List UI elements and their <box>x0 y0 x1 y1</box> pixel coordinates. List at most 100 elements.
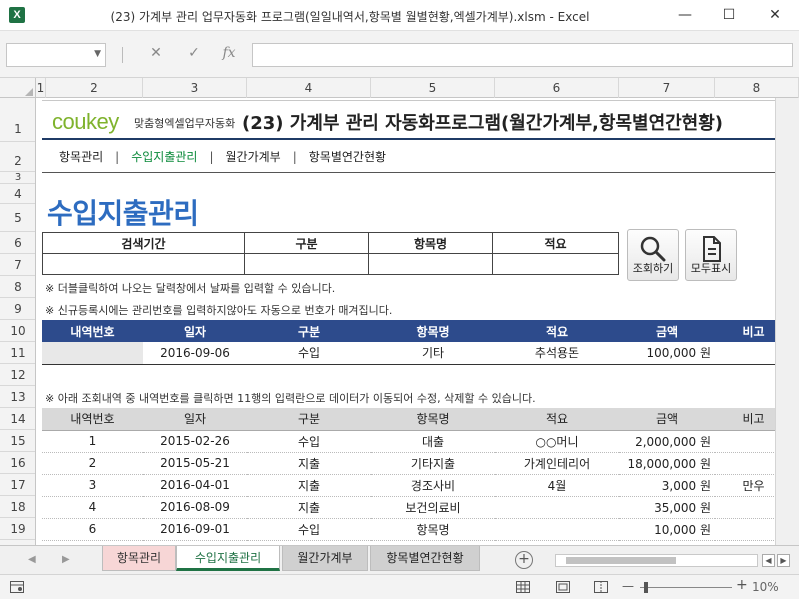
row-header-cell[interactable]: 7 <box>0 254 35 276</box>
sheet-tab-monthly-ledger[interactable]: 월간가계부 <box>282 546 368 571</box>
entry-note-input[interactable] <box>715 342 775 365</box>
entry-header-cell: 일자 <box>143 320 247 342</box>
column-header-cell[interactable]: 1 <box>36 78 46 98</box>
close-button[interactable]: ✕ <box>758 4 792 26</box>
maximize-button[interactable]: ☐ <box>712 4 746 26</box>
nav-separator: | <box>209 150 214 164</box>
column-header-cell[interactable]: 7 <box>619 78 715 98</box>
row-header-cell[interactable]: 10 <box>0 320 35 342</box>
sheet-tab-annual-status[interactable]: 항목별연간현황 <box>370 546 480 571</box>
entry-id-input[interactable] <box>42 342 143 365</box>
row-header-cell[interactable]: 1 <box>0 98 35 142</box>
page-layout-icon[interactable] <box>556 581 570 593</box>
row-header-cell[interactable]: 2 <box>0 142 35 172</box>
entry-header-cell: 비고 <box>715 320 775 342</box>
search-memo-input[interactable] <box>492 253 619 275</box>
cancel-icon[interactable]: ✕ <box>146 45 166 61</box>
column-header-cell[interactable]: 2 <box>46 78 143 98</box>
scrollbar-thumb[interactable] <box>566 557 676 564</box>
name-box[interactable]: ▼ <box>6 43 106 67</box>
nav-item-monthly-ledger[interactable]: 월간가계부 <box>226 148 281 165</box>
zoom-slider-thumb[interactable] <box>644 582 648 593</box>
entry-date-input[interactable]: 2016-09-06 <box>143 342 247 365</box>
table-cell: 기타지출 <box>371 452 495 475</box>
row-header-cell[interactable]: 11 <box>0 342 35 364</box>
row-header-cell[interactable]: 13 <box>0 386 35 408</box>
row-header-cell[interactable]: 6 <box>0 232 35 254</box>
column-header-cell[interactable]: 8 <box>715 78 799 98</box>
entry-item-input[interactable]: 기타 <box>371 342 495 365</box>
minimize-button[interactable]: — <box>668 4 702 26</box>
row-header-cell[interactable]: 3 <box>0 172 35 184</box>
record-id-link[interactable]: 3 <box>42 474 143 497</box>
row-header-cell[interactable]: 18 <box>0 496 35 518</box>
column-header-cell[interactable]: 4 <box>247 78 371 98</box>
row-header-cell[interactable]: 8 <box>0 276 35 298</box>
table-row[interactable]: 4 2016-08-09 지출 보건의료비 35,000 원 <box>42 496 775 519</box>
row-header-cell[interactable]: 16 <box>0 452 35 474</box>
nav-item-categories[interactable]: 항목관리 <box>59 148 103 165</box>
scroll-left-icon[interactable]: ◀ <box>762 554 775 567</box>
note-calendar: ※ 더블클릭하여 나오는 달력창에서 날짜를 입력할 수 있습니다. <box>45 282 336 295</box>
history-table: 내역번호 일자 구분 항목명 적요 금액 비고 1 2015-02-26 수입 … <box>42 408 775 541</box>
zoom-level[interactable]: 10% <box>752 580 779 594</box>
row-header-cell[interactable]: 19 <box>0 518 35 540</box>
scroll-right-icon[interactable]: ▶ <box>777 554 790 567</box>
function-icon[interactable]: fx <box>219 45 239 61</box>
zoom-out-icon[interactable]: — <box>622 579 634 593</box>
select-all-corner[interactable] <box>0 78 36 98</box>
macro-record-icon[interactable] <box>10 581 24 593</box>
worksheet[interactable]: coukey 맞춤형엑셀업무자동화 (23) 가계부 관리 자동화프로그램(월간… <box>37 98 775 545</box>
vertical-scrollbar[interactable] <box>775 98 799 545</box>
enter-icon[interactable]: ✓ <box>184 45 204 61</box>
normal-view-icon[interactable] <box>516 581 530 593</box>
chevron-down-icon[interactable]: ▼ <box>94 49 101 59</box>
table-row[interactable]: 2 2015-05-21 지출 기타지출 가계인테리어 18,000,000 원 <box>42 452 775 475</box>
entry-amount-input[interactable]: 100,000 원 <box>619 342 715 365</box>
column-header-cell[interactable]: 3 <box>143 78 247 98</box>
row-header-cell[interactable]: 14 <box>0 408 35 430</box>
table-row[interactable]: 1 2015-02-26 수입 대출 ○○머니 2,000,000 원 <box>42 430 775 453</box>
zoom-in-icon[interactable]: + <box>736 577 748 593</box>
row-header-cell[interactable]: 15 <box>0 430 35 452</box>
history-header-cell: 일자 <box>143 408 247 431</box>
record-id-link[interactable]: 2 <box>42 452 143 475</box>
logo-text: cou <box>52 109 86 134</box>
page-break-icon[interactable] <box>594 581 608 593</box>
table-cell: 지출 <box>247 496 371 519</box>
table-row[interactable]: 6 2016-09-01 수입 항목명 10,000 원 <box>42 518 775 541</box>
record-id-link[interactable]: 6 <box>42 518 143 541</box>
entry-memo-input[interactable]: 추석용돈 <box>495 342 619 365</box>
record-id-link[interactable]: 1 <box>42 430 143 453</box>
formula-input[interactable] <box>252 43 793 67</box>
record-id-link[interactable]: 4 <box>42 496 143 519</box>
zoom-slider[interactable] <box>640 587 732 588</box>
row-header-cell[interactable]: 4 <box>0 184 35 204</box>
tab-next-icon[interactable]: ▶ <box>62 554 70 565</box>
tab-prev-icon[interactable]: ◀ <box>28 554 36 565</box>
table-row[interactable]: 3 2016-04-01 지출 경조사비 4월 3,000 원 만우 <box>42 474 775 497</box>
sheet-tab-income-expense[interactable]: 수입지출관리 <box>176 546 280 571</box>
row-header-cell[interactable]: 5 <box>0 204 35 232</box>
search-item-input[interactable] <box>368 253 493 275</box>
show-all-button[interactable]: 모두표시 <box>685 229 737 281</box>
search-button[interactable]: 조회하기 <box>627 229 679 281</box>
table-cell: 지출 <box>247 452 371 475</box>
entry-input-row[interactable]: 2016-09-06 수입 기타 추석용돈 100,000 원 <box>42 342 775 365</box>
table-cell: 18,000,000 원 <box>619 452 715 475</box>
column-header-cell[interactable]: 5 <box>371 78 495 98</box>
add-sheet-icon[interactable]: + <box>515 551 533 569</box>
sheet-tab-bar: ◀ ▶ 항목관리 수입지출관리 월간가계부 항목별연간현황 + ◀ ▶ <box>0 545 799 574</box>
column-header-cell[interactable]: 6 <box>495 78 619 98</box>
search-type-input[interactable] <box>244 253 369 275</box>
row-header-cell[interactable]: 12 <box>0 364 35 386</box>
search-header-type: 구분 <box>244 232 369 254</box>
search-period-input[interactable] <box>42 253 245 275</box>
nav-item-income-expense[interactable]: 수입지출관리 <box>131 148 197 165</box>
entry-type-input[interactable]: 수입 <box>247 342 371 365</box>
row-header-cell[interactable]: 9 <box>0 298 35 320</box>
row-header-cell[interactable]: 17 <box>0 474 35 496</box>
nav-item-annual-status[interactable]: 항목별연간현황 <box>309 148 386 165</box>
sheet-tab-categories[interactable]: 항목관리 <box>102 546 176 571</box>
horizontal-scrollbar[interactable] <box>555 554 758 567</box>
